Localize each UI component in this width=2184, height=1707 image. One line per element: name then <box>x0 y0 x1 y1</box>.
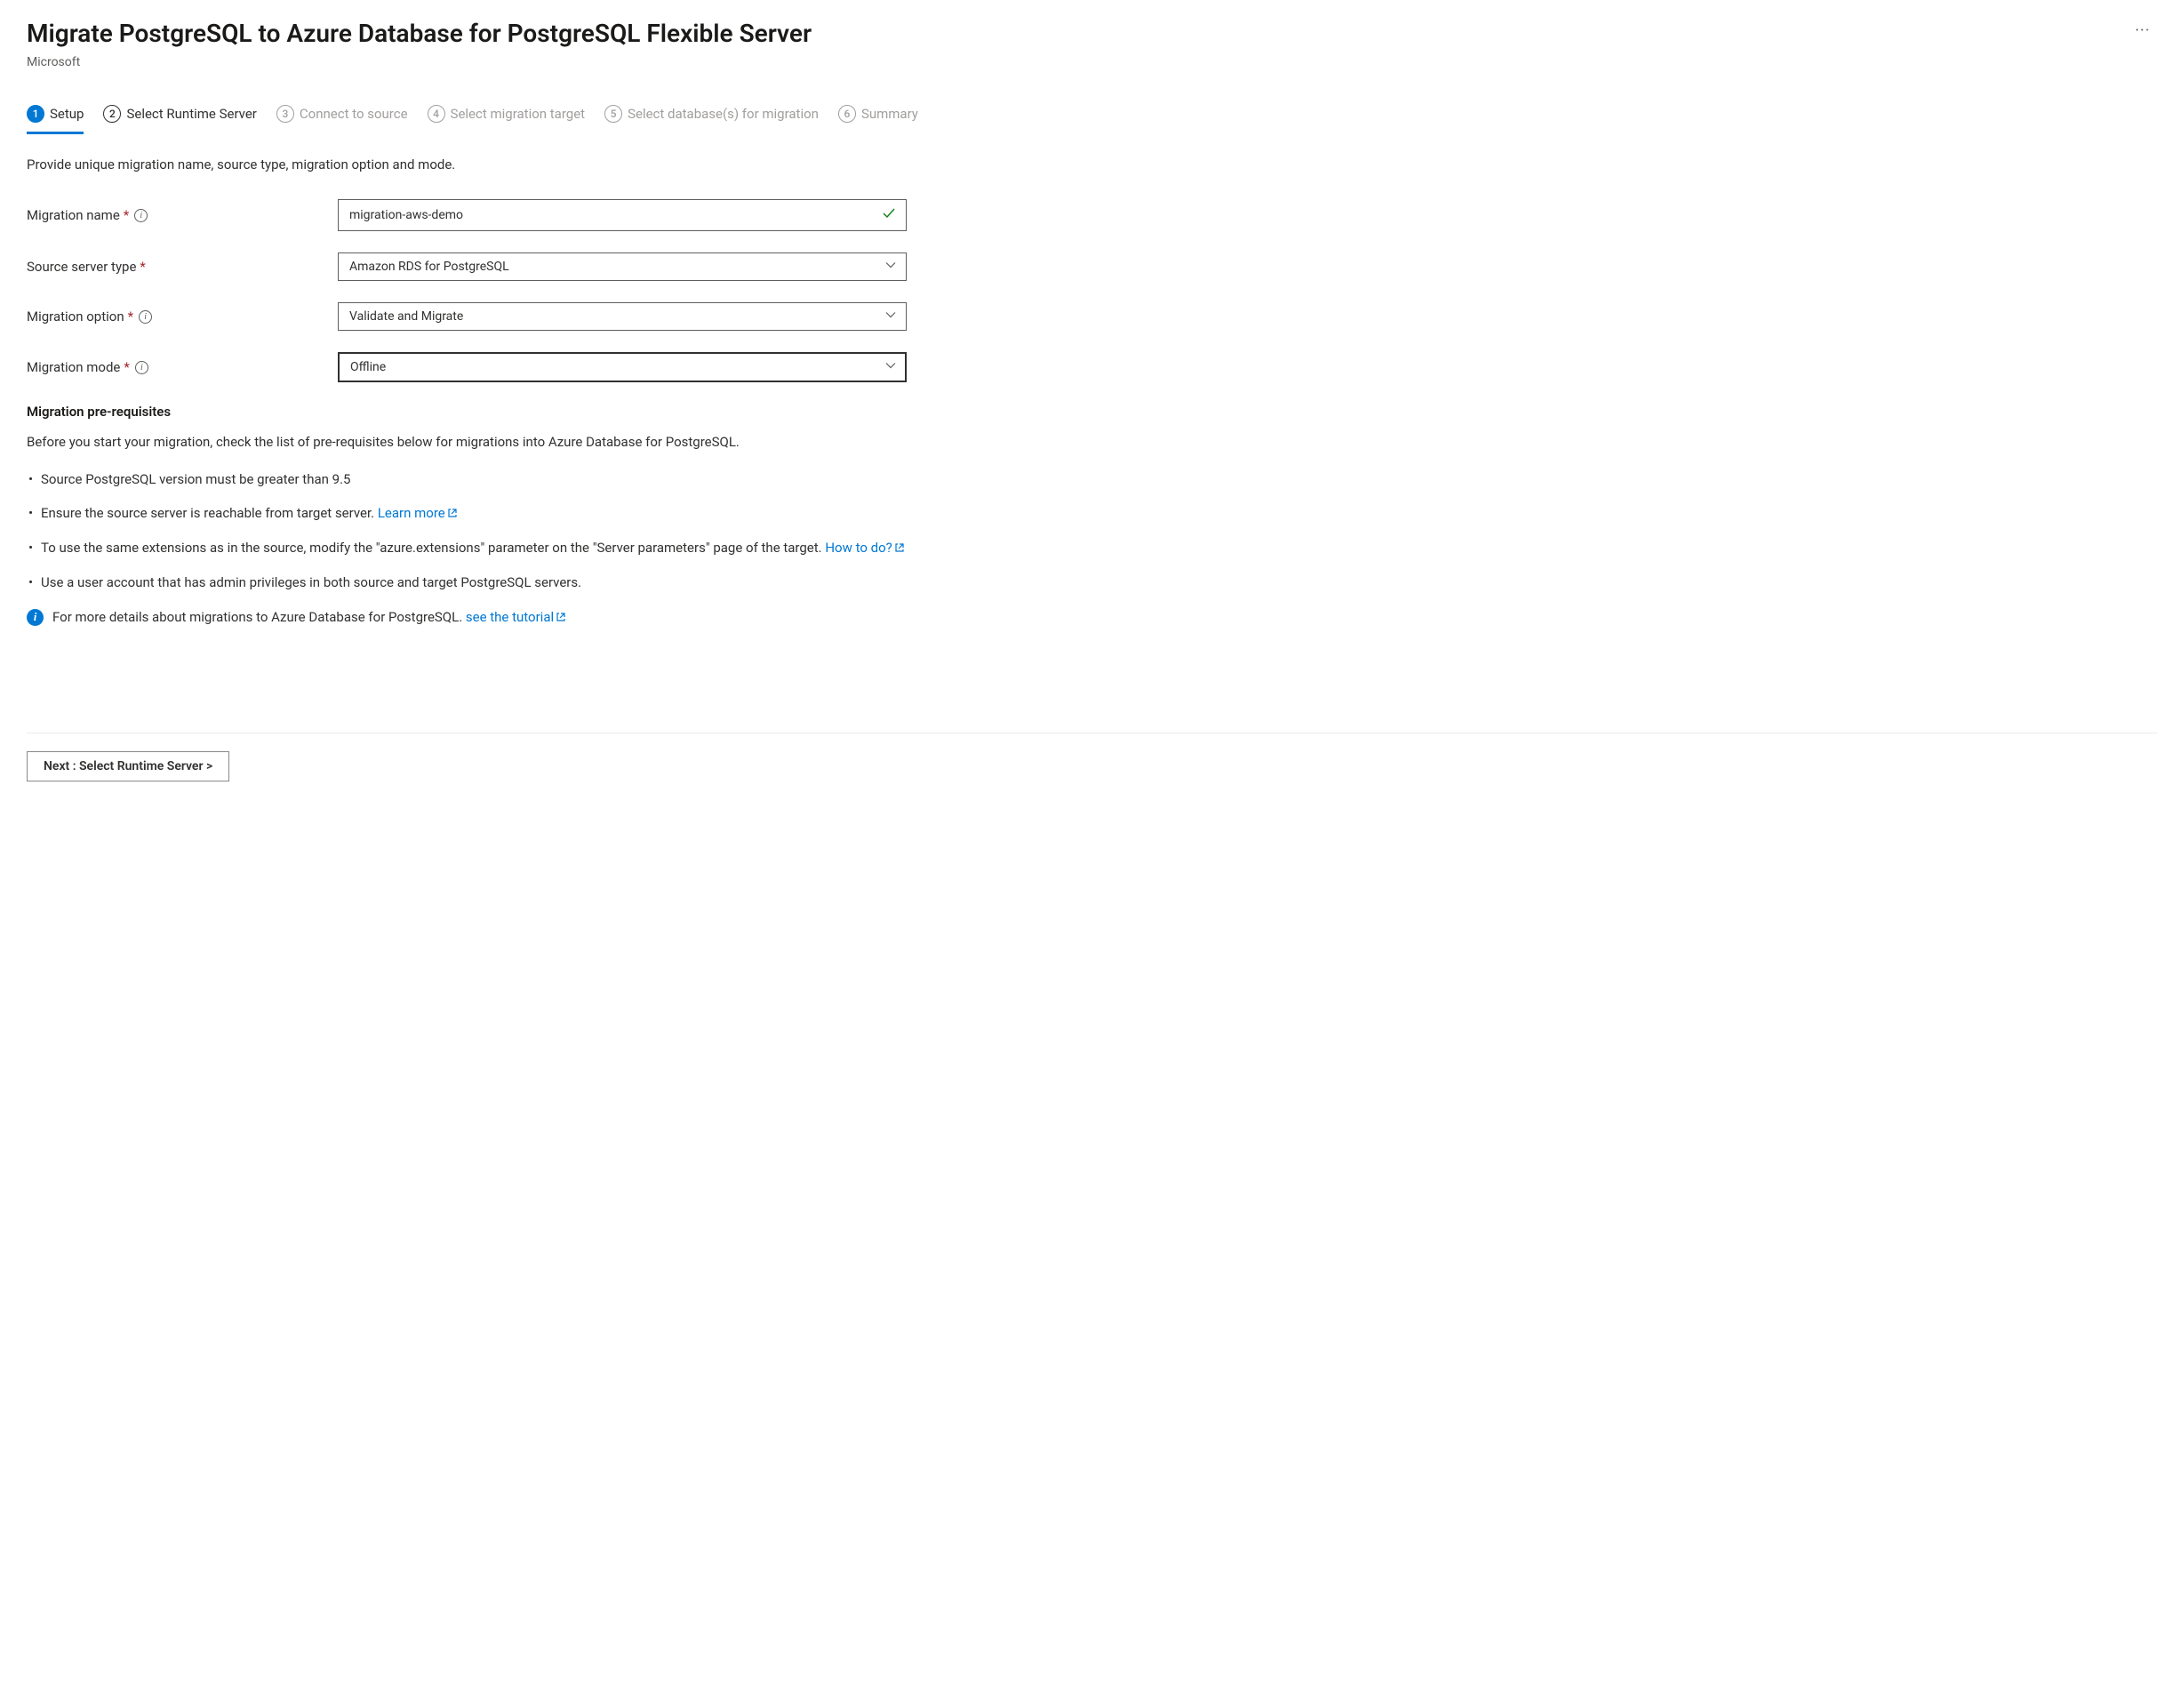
list-item: Use a user account that has admin privil… <box>27 572 2157 593</box>
migration-mode-select[interactable]: Offline <box>338 352 907 382</box>
setup-instruction: Provide unique migration name, source ty… <box>27 156 2157 172</box>
page-subtitle: Microsoft <box>27 55 2157 69</box>
info-icon[interactable]: i <box>135 361 148 374</box>
migration-option-label: Migration option * i <box>27 309 338 325</box>
tab-label: Connect to source <box>300 106 408 122</box>
list-item: Source PostgreSQL version must be greate… <box>27 469 2157 490</box>
source-server-type-select[interactable]: Amazon RDS for PostgreSQL <box>338 252 907 281</box>
wizard-footer: Next : Select Runtime Server > <box>27 733 2157 781</box>
tab-setup[interactable]: 1 Setup <box>27 105 84 134</box>
prerequisites-list: Source PostgreSQL version must be greate… <box>27 469 2157 593</box>
wizard-tabs: 1 Setup 2 Select Runtime Server 3 Connec… <box>27 105 2157 132</box>
tab-connect-to-source: 3 Connect to source <box>276 105 408 132</box>
external-link-icon <box>556 610 566 626</box>
required-indicator: * <box>124 359 129 375</box>
required-indicator: * <box>124 207 129 223</box>
external-link-icon <box>447 503 458 525</box>
info-filled-icon: i <box>27 609 44 626</box>
next-button[interactable]: Next : Select Runtime Server > <box>27 751 229 781</box>
external-link-icon <box>894 538 905 559</box>
info-icon[interactable]: i <box>139 310 152 324</box>
tab-label: Select migration target <box>451 106 586 122</box>
tutorial-note: i For more details about migrations to A… <box>27 609 2157 626</box>
see-tutorial-link[interactable]: see the tutorial <box>466 609 566 625</box>
prerequisites-intro: Before you start your migration, check t… <box>27 432 2157 453</box>
tab-number: 6 <box>838 105 856 123</box>
source-server-type-label: Source server type * <box>27 259 338 275</box>
tab-number: 3 <box>276 105 294 123</box>
tab-label: Summary <box>861 106 918 122</box>
tab-number: 2 <box>103 105 121 123</box>
tab-select-migration-target: 4 Select migration target <box>428 105 586 132</box>
tab-summary: 6 Summary <box>838 105 918 132</box>
required-indicator: * <box>140 259 145 275</box>
tab-number: 4 <box>428 105 445 123</box>
more-options-icon[interactable]: ··· <box>2128 18 2157 44</box>
migration-mode-label: Migration mode * i <box>27 359 338 375</box>
tab-label: Select database(s) for migration <box>628 106 819 122</box>
migration-name-label: Migration name * i <box>27 207 338 223</box>
migration-name-input[interactable] <box>338 199 907 231</box>
required-indicator: * <box>128 309 133 325</box>
tab-select-runtime-server[interactable]: 2 Select Runtime Server <box>103 105 256 132</box>
tab-select-databases: 5 Select database(s) for migration <box>604 105 819 132</box>
info-icon[interactable]: i <box>134 209 148 222</box>
tab-number: 5 <box>604 105 622 123</box>
learn-more-link[interactable]: Learn more <box>378 505 458 521</box>
tab-label: Setup <box>50 106 84 122</box>
how-to-do-link[interactable]: How to do? <box>825 540 904 556</box>
tab-number: 1 <box>27 105 44 123</box>
migration-option-select[interactable]: Validate and Migrate <box>338 302 907 331</box>
page-title: Migrate PostgreSQL to Azure Database for… <box>27 18 812 50</box>
list-item: To use the same extensions as in the sou… <box>27 537 2157 559</box>
prerequisites-title: Migration pre-requisites <box>27 404 2157 420</box>
tab-label: Select Runtime Server <box>126 106 256 122</box>
list-item: Ensure the source server is reachable fr… <box>27 502 2157 525</box>
